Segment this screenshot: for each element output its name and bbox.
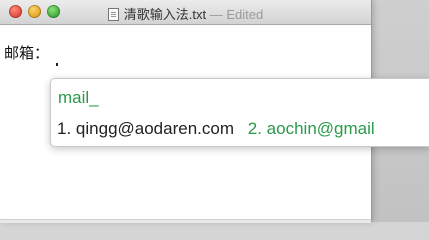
window-title: 清歌输入法.txt — Edited — [0, 4, 371, 23]
ime-candidate-list: 1. qingg@aodaren.com 2. aochin@gmail — [57, 119, 375, 139]
candidate-text: qingg@aodaren.com — [75, 119, 235, 138]
ime-composition-text: mail_ — [58, 88, 99, 107]
title-bar[interactable]: 清歌输入法.txt — Edited — [0, 0, 371, 25]
text-caret — [56, 63, 58, 66]
window-bottom-edge — [0, 219, 371, 223]
ime-candidate-1[interactable]: 1. qingg@aodaren.com — [57, 119, 234, 139]
candidate-index: 1. — [57, 119, 72, 138]
candidate-index: 2. — [247, 119, 262, 138]
edited-status: — Edited — [209, 7, 264, 22]
candidate-text: aochin@gmail — [266, 119, 375, 138]
window-title-filename: 清歌输入法.txt — [123, 7, 207, 22]
document-text-line: 邮箱： — [4, 45, 50, 62]
document-icon — [107, 8, 119, 21]
ime-candidate-2[interactable]: 2. aochin@gmail — [248, 119, 375, 139]
ime-candidate-window: mail_ 1. qingg@aodaren.com 2. aochin@gma… — [50, 78, 429, 147]
